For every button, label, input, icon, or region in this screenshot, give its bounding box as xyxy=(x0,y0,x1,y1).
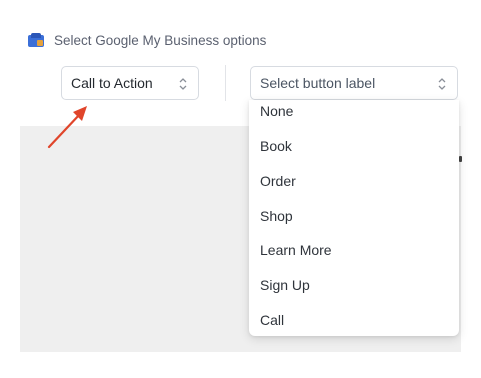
red-arrow-annotation xyxy=(47,106,87,149)
option-book[interactable]: Book xyxy=(260,136,292,156)
option-order[interactable]: Order xyxy=(260,171,296,191)
partial-text-fragment xyxy=(459,156,462,162)
option-call[interactable]: Call xyxy=(260,310,284,330)
button-label-dropdown: None Book Order Shop Learn More Sign Up … xyxy=(249,100,459,336)
button-label-select[interactable]: Select button label xyxy=(250,66,458,100)
header-title: Select Google My Business options xyxy=(54,32,267,48)
chevron-updown-icon xyxy=(178,75,188,93)
divider xyxy=(225,65,226,101)
button-label-placeholder: Select button label xyxy=(260,75,376,91)
option-none[interactable]: None xyxy=(260,101,293,121)
call-to-action-value: Call to Action xyxy=(71,75,153,91)
option-learn-more[interactable]: Learn More xyxy=(260,240,332,260)
option-shop[interactable]: Shop xyxy=(260,206,293,226)
chevron-updown-icon xyxy=(437,75,447,93)
google-my-business-icon xyxy=(28,32,44,48)
option-sign-up[interactable]: Sign Up xyxy=(260,275,310,295)
header: Select Google My Business options xyxy=(28,30,266,50)
call-to-action-select[interactable]: Call to Action xyxy=(61,66,199,100)
